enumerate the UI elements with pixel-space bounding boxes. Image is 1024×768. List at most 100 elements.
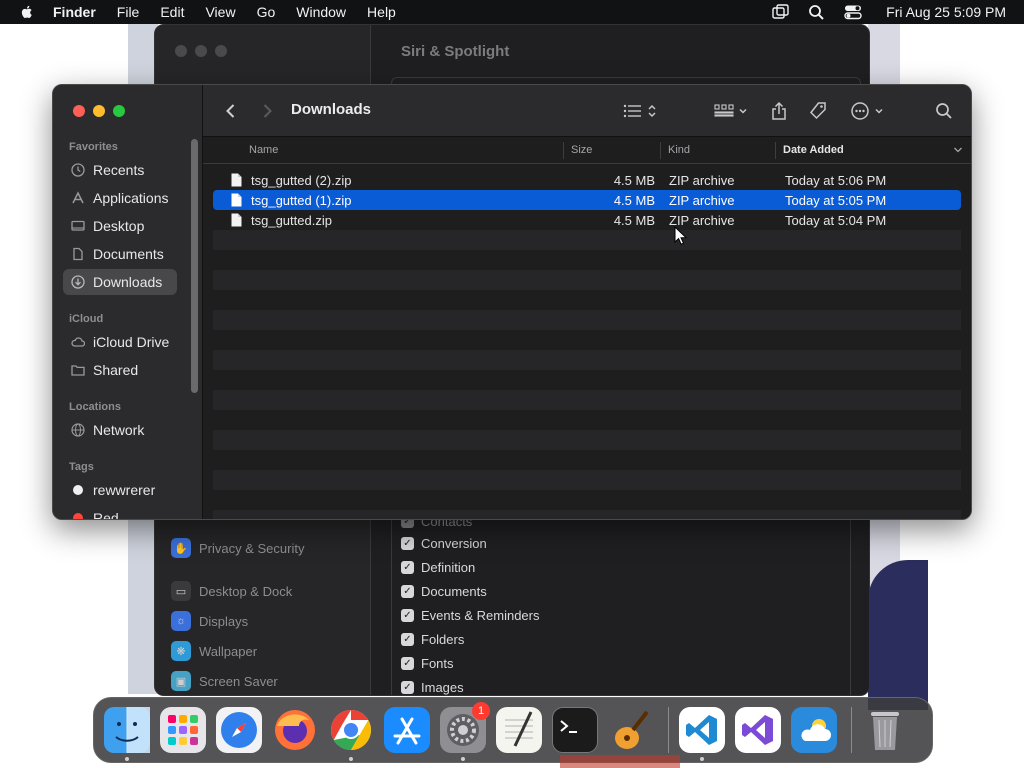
settings-sidebar-item-privacy[interactable]: ✋ Privacy & Security <box>171 538 304 558</box>
menu-view[interactable]: View <box>205 4 235 20</box>
file-list: Name Size Kind Date Added tsg_gutted (2)… <box>203 137 971 519</box>
spotlight-search-icon[interactable] <box>808 4 826 20</box>
checkmark-icon: ✓ <box>401 681 414 694</box>
minimize-button[interactable] <box>195 45 207 57</box>
settings-sidebar-item-wallpaper[interactable]: ❋ Wallpaper <box>171 641 257 661</box>
menu-help[interactable]: Help <box>367 4 396 20</box>
close-button[interactable] <box>175 45 187 57</box>
share-icon <box>772 101 786 120</box>
dock-app-terminal[interactable] <box>552 707 598 753</box>
back-button[interactable] <box>221 101 241 121</box>
sidebar-item-documents[interactable]: Documents <box>63 241 177 267</box>
column-header-size[interactable]: Size <box>571 144 592 156</box>
dock-app-app-store[interactable] <box>384 707 430 753</box>
checkmark-icon: ✓ <box>401 561 414 574</box>
grid-view-icon <box>714 104 734 117</box>
menu-go[interactable]: Go <box>257 4 276 20</box>
close-button[interactable] <box>73 105 85 117</box>
view-mode-list-button[interactable] <box>623 99 657 123</box>
more-actions-button[interactable] <box>850 99 884 123</box>
dock-app-vscode[interactable] <box>679 707 725 761</box>
file-kind: ZIP archive <box>669 193 735 208</box>
zoom-button[interactable] <box>215 45 227 57</box>
menu-edit[interactable]: Edit <box>160 4 184 20</box>
file-row[interactable]: tsg_gutted (2).zip 4.5 MB ZIP archive To… <box>213 170 961 190</box>
menu-bar-clock[interactable]: Fri Aug 25 5:09 PM <box>886 4 1006 20</box>
apple-logo-icon[interactable] <box>19 4 35 20</box>
column-divider[interactable] <box>660 142 661 159</box>
category-checkbox-fonts[interactable]: ✓ Fonts <box>401 656 454 671</box>
category-checkbox-definition[interactable]: ✓ Definition <box>401 560 475 575</box>
dock-app-safari[interactable] <box>216 707 262 753</box>
category-checkbox-conversion[interactable]: ✓ Conversion <box>401 536 487 551</box>
share-button[interactable] <box>770 99 788 123</box>
group-by-button[interactable] <box>714 99 748 123</box>
category-checkbox-folders[interactable]: ✓ Folders <box>401 632 464 647</box>
file-name: tsg_gutted (2).zip <box>251 173 352 188</box>
category-checkbox-events-reminders[interactable]: ✓ Events & Reminders <box>401 608 540 623</box>
file-date-added: Today at 5:05 PM <box>785 193 887 208</box>
sidebar-section-locations: Locations <box>69 401 121 413</box>
file-row-selected[interactable]: tsg_gutted (1).zip 4.5 MB ZIP archive To… <box>213 190 961 210</box>
ellipsis-circle-icon <box>851 102 869 120</box>
column-divider[interactable] <box>563 142 564 159</box>
sidebar-item-tag-rewwrerer[interactable]: rewwrerer <box>63 477 177 503</box>
tag-dot-icon <box>73 513 83 519</box>
file-size: 4.5 MB <box>613 213 655 228</box>
menu-window[interactable]: Window <box>296 4 346 20</box>
empty-row <box>213 470 961 490</box>
control-center-icon[interactable] <box>844 4 862 20</box>
chevron-down-icon <box>739 108 747 114</box>
menu-file[interactable]: File <box>117 4 140 20</box>
dock-app-weather[interactable] <box>791 707 837 753</box>
dock-app-visual-studio[interactable] <box>735 707 781 753</box>
search-button[interactable] <box>935 99 953 123</box>
dock-app-garageband[interactable] <box>608 707 654 753</box>
settings-sidebar-item-screen-saver[interactable]: ▣ Screen Saver <box>171 671 278 691</box>
dock-app-launchpad[interactable] <box>160 707 206 753</box>
dock-app-chrome[interactable] <box>328 707 374 761</box>
tags-button[interactable] <box>808 99 828 123</box>
file-row[interactable]: tsg_gutted.zip 4.5 MB ZIP archive Today … <box>213 210 961 230</box>
visual-studio-icon <box>742 715 773 745</box>
screen-mirroring-icon[interactable] <box>772 4 790 20</box>
dock-app-trash[interactable] <box>862 707 908 753</box>
dock-app-finder[interactable] <box>104 707 150 761</box>
empty-row <box>213 430 961 450</box>
dock-app-system-settings[interactable]: 1 <box>440 702 490 761</box>
running-indicator <box>125 757 129 761</box>
dock-app-textedit[interactable] <box>496 707 542 753</box>
dock-app-firefox[interactable] <box>272 707 318 753</box>
menu-app-name[interactable]: Finder <box>53 4 96 20</box>
column-divider[interactable] <box>775 142 776 159</box>
sidebar-item-downloads[interactable]: Downloads <box>63 269 177 295</box>
sidebar-item-tag-red[interactable]: Red <box>63 505 177 519</box>
forward-button[interactable] <box>257 101 277 121</box>
column-header-name[interactable]: Name <box>249 144 278 156</box>
download-icon <box>71 275 85 289</box>
sidebar-item-icloud-drive[interactable]: iCloud Drive <box>63 329 177 355</box>
finder-icon <box>104 707 150 753</box>
sidebar-item-network[interactable]: Network <box>63 417 177 443</box>
sidebar-scrollbar[interactable] <box>191 139 198 393</box>
minimize-button[interactable] <box>93 105 105 117</box>
sidebar-item-desktop[interactable]: Desktop <box>63 213 177 239</box>
column-header-date-added[interactable]: Date Added <box>783 144 844 156</box>
settings-pane-title: Siri & Spotlight <box>401 43 510 60</box>
sidebar-item-shared[interactable]: Shared <box>63 357 177 383</box>
category-checkbox-documents[interactable]: ✓ Documents <box>401 584 487 599</box>
category-checkbox-images[interactable]: ✓ Images <box>401 680 464 695</box>
sort-descending-icon[interactable] <box>953 146 963 154</box>
sidebar-item-applications[interactable]: Applications <box>63 185 177 211</box>
settings-sidebar-item-displays[interactable]: ☼ Displays <box>171 611 248 631</box>
settings-sidebar-item-desktop-dock[interactable]: ▭ Desktop & Dock <box>171 581 292 601</box>
file-name: tsg_gutted.zip <box>251 213 332 228</box>
vscode-icon <box>686 715 717 745</box>
up-down-chevron-icon <box>648 104 656 118</box>
sidebar-item-recents[interactable]: Recents <box>63 157 177 183</box>
applications-icon <box>72 191 84 204</box>
column-header-kind[interactable]: Kind <box>668 144 690 156</box>
zoom-button[interactable] <box>113 105 125 117</box>
trash-icon <box>871 712 899 750</box>
finder-toolbar: Downloads <box>203 85 971 137</box>
